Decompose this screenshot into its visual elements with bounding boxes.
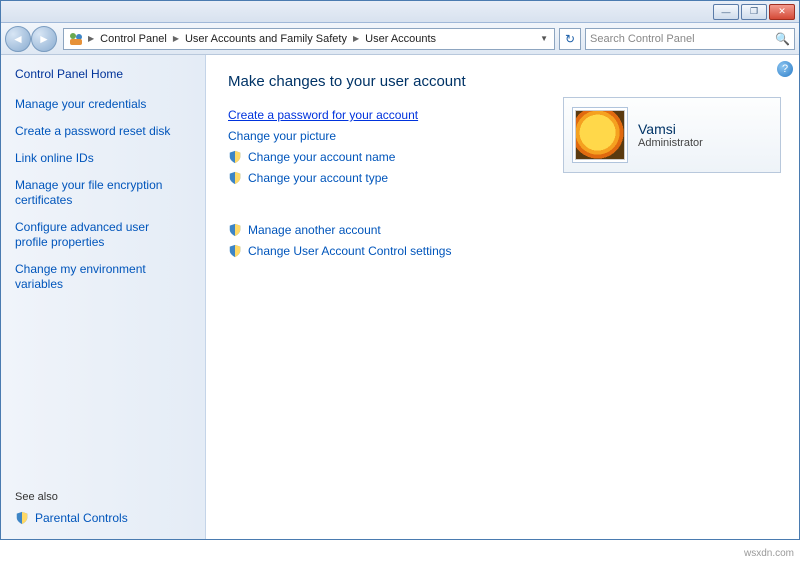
user-role: Administrator bbox=[638, 137, 703, 149]
shield-icon bbox=[15, 511, 29, 525]
chevron-right-icon: ▶ bbox=[86, 34, 96, 43]
sidebar-link-encryption-certs[interactable]: Manage your file encryption certificates bbox=[15, 178, 185, 208]
maximize-button[interactable]: ❐ bbox=[741, 4, 767, 20]
chevron-right-icon: ▶ bbox=[171, 34, 181, 43]
forward-button[interactable]: ► bbox=[31, 26, 57, 52]
help-button[interactable]: ? bbox=[777, 61, 793, 77]
user-name: Vamsi bbox=[638, 121, 703, 137]
sidebar-link-advanced-profile[interactable]: Configure advanced user profile properti… bbox=[15, 220, 185, 250]
avatar-frame bbox=[572, 107, 628, 163]
control-panel-home-link[interactable]: Control Panel Home bbox=[15, 67, 193, 81]
shield-icon bbox=[228, 244, 242, 258]
sidebar: Control Panel Home Manage your credentia… bbox=[1, 55, 206, 539]
toolbar: ◄ ► ▶ Control Panel ▶ User Accounts and … bbox=[1, 23, 799, 55]
search-icon: 🔍 bbox=[775, 32, 790, 46]
action-link[interactable]: Change your account type bbox=[248, 171, 388, 185]
action-uac-settings[interactable]: Change User Account Control settings bbox=[228, 244, 781, 258]
control-panel-window: — ❐ ✕ ◄ ► ▶ Control Panel ▶ User Account… bbox=[0, 0, 800, 540]
titlebar: — ❐ ✕ bbox=[1, 1, 799, 23]
chevron-right-icon: ▶ bbox=[351, 34, 361, 43]
shield-icon bbox=[228, 150, 242, 164]
body: Control Panel Home Manage your credentia… bbox=[1, 55, 799, 539]
breadcrumb-user-accounts-family[interactable]: User Accounts and Family Safety bbox=[181, 33, 351, 45]
sidebar-link-env-vars[interactable]: Change my environment variables bbox=[15, 262, 185, 292]
breadcrumb[interactable]: ▶ Control Panel ▶ User Accounts and Fami… bbox=[63, 28, 555, 50]
refresh-button[interactable]: ↻ bbox=[559, 28, 581, 50]
avatar-image bbox=[575, 110, 625, 160]
parental-controls-link[interactable]: Parental Controls bbox=[15, 511, 193, 525]
user-info: Vamsi Administrator bbox=[638, 121, 703, 149]
breadcrumb-control-panel[interactable]: Control Panel bbox=[96, 33, 171, 45]
user-accounts-icon bbox=[68, 31, 84, 47]
action-link[interactable]: Change your picture bbox=[228, 129, 336, 143]
back-button[interactable]: ◄ bbox=[5, 26, 31, 52]
shield-icon bbox=[228, 223, 242, 237]
user-card: Vamsi Administrator bbox=[563, 97, 781, 173]
spacer bbox=[228, 192, 781, 216]
action-link[interactable]: Create a password for your account bbox=[228, 108, 418, 122]
page-heading: Make changes to your user account bbox=[228, 73, 781, 90]
action-link[interactable]: Change User Account Control settings bbox=[248, 244, 451, 258]
minimize-button[interactable]: — bbox=[713, 4, 739, 20]
watermark: wsxdn.com bbox=[744, 548, 794, 559]
action-manage-another[interactable]: Manage another account bbox=[228, 223, 781, 237]
breadcrumb-user-accounts[interactable]: User Accounts bbox=[361, 33, 440, 45]
see-also-label: See also bbox=[15, 491, 193, 503]
sidebar-link-credentials[interactable]: Manage your credentials bbox=[15, 97, 185, 112]
content-area: ? Make changes to your user account Crea… bbox=[206, 55, 799, 539]
sidebar-link-online-ids[interactable]: Link online IDs bbox=[15, 151, 185, 166]
action-change-type[interactable]: Change your account type bbox=[228, 171, 781, 185]
close-button[interactable]: ✕ bbox=[769, 4, 795, 20]
action-link[interactable]: Manage another account bbox=[248, 223, 381, 237]
shield-icon bbox=[228, 171, 242, 185]
action-link[interactable]: Change your account name bbox=[248, 150, 395, 164]
search-placeholder: Search Control Panel bbox=[590, 33, 695, 45]
nav-buttons: ◄ ► bbox=[5, 26, 57, 52]
sidebar-link-password-reset-disk[interactable]: Create a password reset disk bbox=[15, 124, 185, 139]
parental-controls-label: Parental Controls bbox=[35, 511, 128, 525]
breadcrumb-dropdown[interactable]: ▼ bbox=[536, 34, 552, 43]
search-input[interactable]: Search Control Panel 🔍 bbox=[585, 28, 795, 50]
